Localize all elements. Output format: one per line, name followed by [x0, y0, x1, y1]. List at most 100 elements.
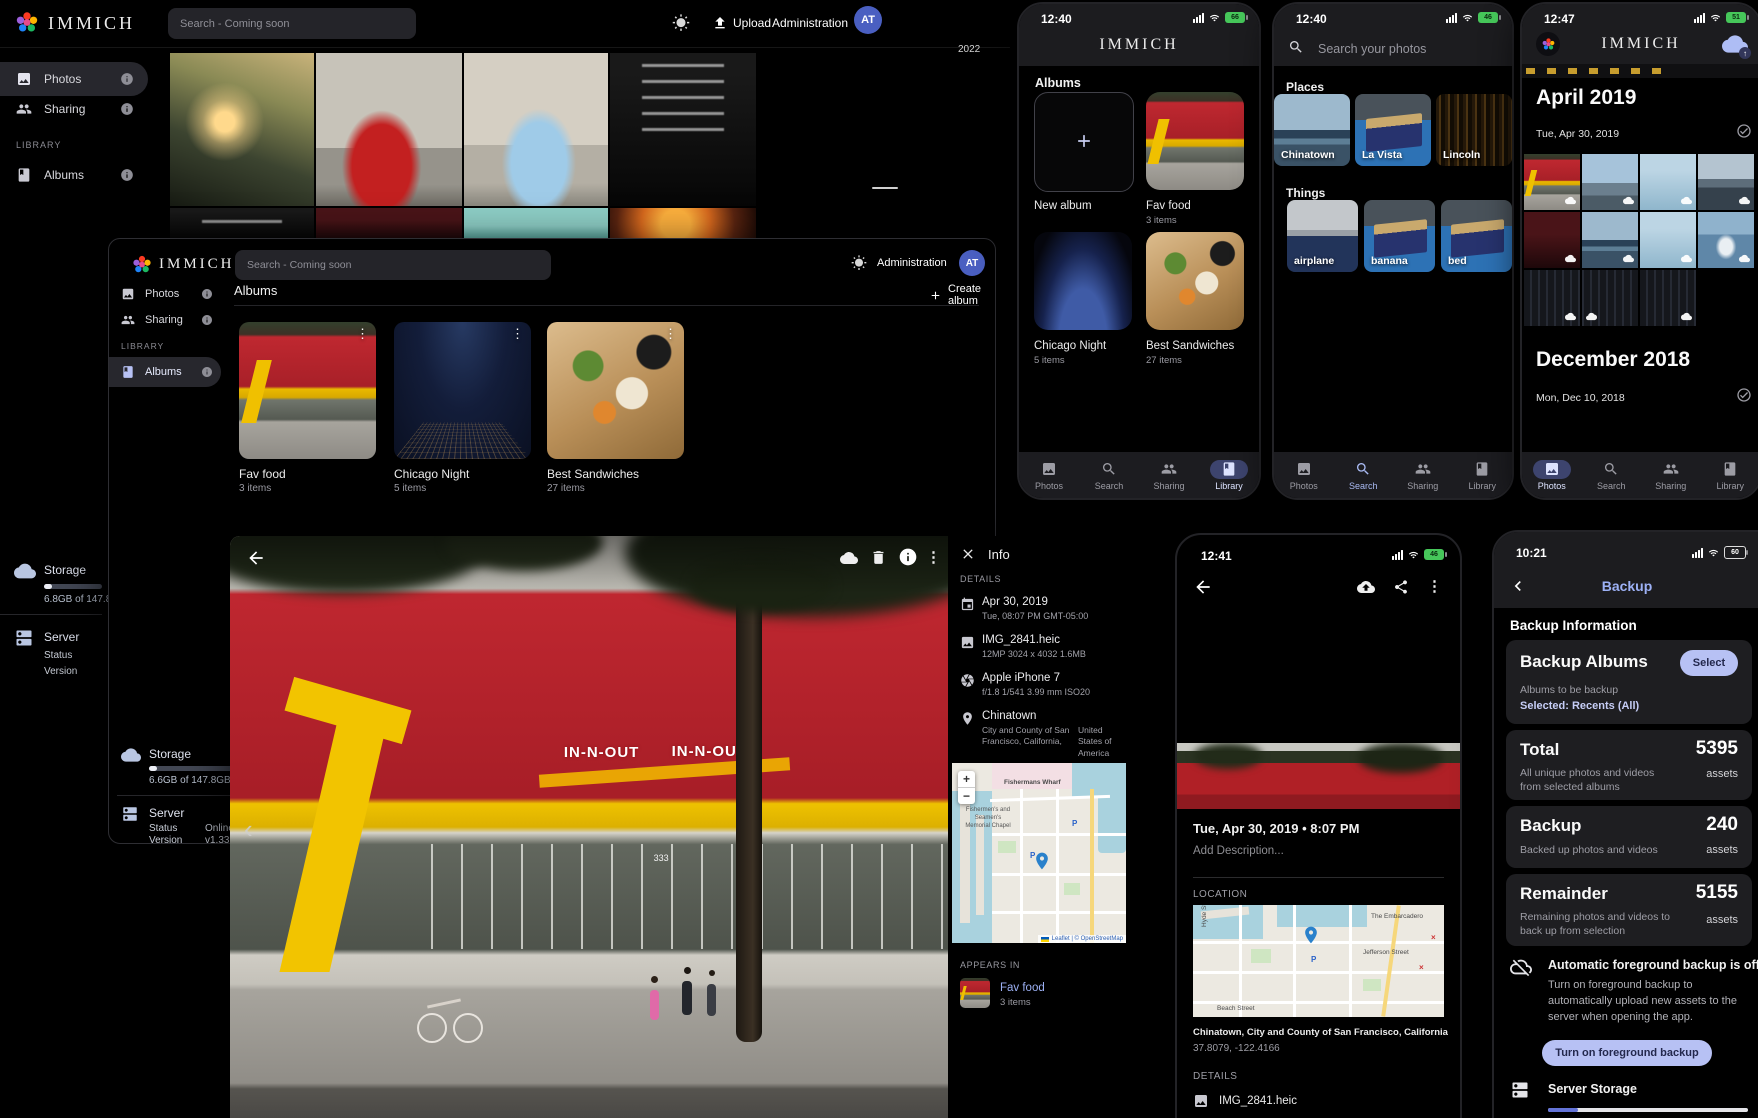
upload-button[interactable]: Upload — [733, 16, 771, 30]
tab-sharing[interactable]: Sharing — [1139, 452, 1199, 498]
info-circle-icon[interactable] — [120, 102, 134, 116]
select-day-check-icon[interactable] — [1736, 123, 1752, 139]
location-map[interactable]: The Embarcadero Hyde Street Jefferson St… — [1193, 905, 1444, 1017]
administration-link[interactable]: Administration — [772, 16, 848, 30]
info-circle-icon[interactable] — [120, 168, 134, 182]
album-name[interactable]: Best Sandwiches — [547, 467, 639, 481]
select-button[interactable]: Select — [1680, 650, 1738, 676]
upload-icon[interactable] — [712, 15, 728, 31]
album-card-fav-food[interactable]: ⋮ — [239, 322, 376, 459]
previous-photo-chevron[interactable]: ‹ — [244, 814, 253, 845]
search-icon[interactable] — [1288, 39, 1304, 55]
photo-tile[interactable] — [1582, 212, 1638, 268]
photo-tile[interactable] — [1640, 270, 1696, 326]
thing-tile-banana[interactable]: banana — [1364, 200, 1435, 272]
album-name[interactable]: Fav food — [1146, 200, 1191, 212]
tab-photos[interactable]: Photos — [1274, 452, 1334, 498]
search-input[interactable]: Search - Coming soon — [168, 8, 416, 39]
photo-tile[interactable] — [1640, 212, 1696, 268]
map-zoom-in[interactable]: + — [958, 771, 975, 788]
tab-search[interactable]: Search — [1582, 452, 1642, 498]
album-name[interactable]: Chicago Night — [1034, 340, 1106, 352]
share-icon[interactable] — [1393, 579, 1409, 595]
photo-tile[interactable] — [1640, 154, 1696, 210]
album-card-best-sandwiches[interactable] — [1146, 232, 1244, 330]
album-name[interactable]: Chicago Night — [394, 467, 469, 481]
info-circle-icon[interactable] — [120, 72, 134, 86]
album-card-chicago-night[interactable]: ⋮ — [394, 322, 531, 459]
photo-tile[interactable] — [1698, 212, 1754, 268]
cloud-upload-icon[interactable] — [1357, 578, 1375, 596]
tab-sharing[interactable]: Sharing — [1393, 452, 1453, 498]
album-card-best-sandwiches[interactable]: ⋮ — [547, 322, 684, 459]
photo-tile[interactable] — [1524, 212, 1580, 268]
album-name[interactable]: Best Sandwiches — [1146, 340, 1234, 352]
map-zoom-controls[interactable]: + − — [958, 771, 975, 804]
location-map[interactable]: Fishermans Wharf Fishermen's and Seamen'… — [952, 763, 1126, 943]
create-album-button[interactable]: Create album — [929, 283, 995, 307]
back-arrow-icon[interactable] — [246, 548, 266, 568]
photo-main[interactable]: IN-N-OUT IN-N-OUT 333 — [230, 536, 948, 1118]
album-card-chicago-night[interactable] — [1034, 232, 1132, 330]
map-zoom-out[interactable]: − — [958, 788, 975, 804]
avatar[interactable]: AT — [854, 6, 882, 34]
photo-thumbnail[interactable] — [170, 53, 314, 206]
appears-in-album-link[interactable]: Fav food — [1000, 982, 1045, 994]
sidebar-item-sharing[interactable]: Sharing — [0, 92, 148, 126]
photo-thumbnail[interactable] — [464, 208, 608, 238]
new-album-card[interactable] — [1034, 92, 1134, 192]
photo-thumbnail[interactable] — [316, 53, 462, 206]
tab-library[interactable]: Library — [1701, 452, 1758, 498]
tab-photos-active[interactable]: Photos — [1522, 452, 1582, 498]
place-tile-la-vista[interactable]: La Vista — [1355, 94, 1431, 166]
tab-search[interactable]: Search — [1079, 452, 1139, 498]
search-input[interactable]: Search - Coming soon — [235, 250, 551, 280]
theme-toggle-sun-icon[interactable] — [851, 255, 867, 271]
thing-tile-airplane[interactable]: airplane — [1287, 200, 1358, 272]
photo-thumbnail[interactable] — [170, 208, 314, 238]
more-menu-icon[interactable]: ⋮ — [926, 548, 941, 566]
sidebar-item-albums[interactable]: Albums — [0, 158, 148, 192]
search-input[interactable]: Search your photos — [1318, 42, 1426, 56]
photo-tile[interactable] — [1582, 154, 1638, 210]
backup-cloud-button[interactable]: ↑ — [1722, 31, 1748, 57]
photo-tile[interactable] — [1582, 270, 1638, 326]
photo-tile[interactable] — [1698, 154, 1754, 210]
back-arrow-icon[interactable] — [1193, 577, 1213, 597]
avatar[interactable]: AT — [959, 250, 985, 276]
sidebar-item-albums-active[interactable]: Albums — [109, 357, 221, 387]
album-menu-icon[interactable]: ⋮ — [511, 327, 524, 340]
close-icon[interactable] — [960, 546, 976, 562]
tab-library-active[interactable]: Library — [1199, 452, 1259, 498]
tab-library[interactable]: Library — [1453, 452, 1513, 498]
photo-thumbnail[interactable] — [464, 53, 608, 206]
more-menu-icon[interactable]: ⋮ — [1427, 577, 1442, 595]
photo-thumbnail[interactable] — [610, 53, 756, 206]
photo-thumbnail[interactable] — [316, 208, 462, 238]
info-circle-icon[interactable] — [201, 288, 213, 300]
administration-link[interactable]: Administration — [877, 257, 947, 269]
info-icon-active[interactable] — [898, 547, 918, 567]
tab-sharing[interactable]: Sharing — [1641, 452, 1701, 498]
select-day-check-icon[interactable] — [1736, 387, 1752, 403]
place-tile-chinatown[interactable]: Chinatown — [1274, 94, 1350, 166]
sidebar-item-sharing[interactable]: Sharing — [109, 305, 221, 335]
turn-on-backup-button[interactable]: Turn on foreground backup — [1542, 1040, 1712, 1066]
photo-tile[interactable] — [1524, 154, 1580, 210]
album-card-fav-food[interactable] — [1146, 92, 1244, 190]
album-menu-icon[interactable]: ⋮ — [664, 327, 677, 340]
tab-photos[interactable]: Photos — [1019, 452, 1079, 498]
photo-thumbnail[interactable] — [610, 208, 756, 238]
photo-tile[interactable] — [1524, 270, 1580, 326]
description-input[interactable]: Add Description... — [1193, 845, 1284, 857]
appears-in-thumbnail[interactable] — [960, 978, 990, 1008]
timeline-scrubber-handle[interactable] — [872, 187, 898, 189]
album-name[interactable]: Fav food — [239, 467, 286, 481]
theme-toggle-sun-icon[interactable] — [672, 14, 690, 32]
info-circle-icon[interactable] — [201, 366, 213, 378]
place-tile-lincoln[interactable]: Lincoln — [1436, 94, 1512, 166]
album-menu-icon[interactable]: ⋮ — [356, 327, 369, 340]
tab-search-active[interactable]: Search — [1334, 452, 1394, 498]
sidebar-item-photos[interactable]: Photos — [0, 62, 148, 96]
photo-preview[interactable] — [1177, 743, 1460, 809]
